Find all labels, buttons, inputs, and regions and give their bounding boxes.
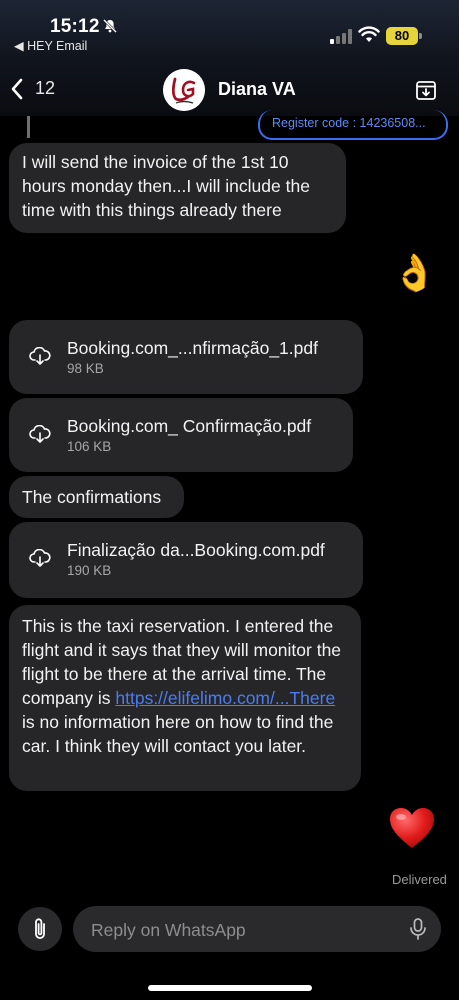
reply-input-container[interactable] (73, 906, 441, 952)
cloud-download-icon (29, 425, 51, 443)
back-button[interactable]: 12 (10, 78, 70, 102)
archive-download-icon[interactable] (414, 78, 438, 102)
file-attachment[interactable]: Booking.com_ Confirmação.pdf 106 KB (9, 398, 353, 472)
file-attachment[interactable]: Finalização da...Booking.com.pdf 190 KB (9, 522, 363, 598)
message-bubble[interactable]: I will send the invoice of the 1st 10 ho… (9, 143, 346, 233)
chevron-left-icon (11, 78, 23, 100)
contact-avatar[interactable] (163, 69, 205, 111)
attach-button[interactable] (18, 907, 62, 951)
status-time: 15:12 (50, 16, 100, 37)
cellular-signal-icon (330, 29, 352, 44)
file-size: 190 KB (67, 563, 112, 578)
file-name: Finalização da...Booking.com.pdf (67, 540, 325, 560)
battery-indicator: 80 (386, 27, 418, 45)
home-indicator[interactable] (148, 985, 312, 991)
cloud-download-icon (29, 549, 51, 567)
microphone-icon[interactable] (409, 918, 427, 940)
file-attachment[interactable]: Booking.com_...nfirmação_1.pdf 98 KB (9, 320, 363, 394)
cloud-download-icon (29, 347, 51, 365)
message-text: This is the taxi reservation. I entered … (22, 614, 348, 758)
file-size: 98 KB (67, 361, 104, 376)
logo-LG-icon (163, 69, 205, 111)
message-link[interactable]: https://elifelimo.com/...There (115, 688, 335, 708)
contact-name[interactable]: Diana VA (218, 79, 296, 100)
message-text-part: is no information here on how to find th… (22, 712, 334, 756)
chat-header: 12 Diana VA (0, 60, 459, 116)
register-code-preview[interactable]: Register code : 14236508... (258, 110, 448, 140)
file-name: Booking.com_ Confirmação.pdf (67, 416, 312, 436)
heart-reaction-icon[interactable] (388, 806, 436, 850)
status-bar: 15:12 ◀ HEY Email 80 (0, 0, 459, 60)
bell-slash-icon (103, 19, 117, 33)
paperclip-icon (35, 918, 45, 939)
back-to-app-link[interactable]: ◀ HEY Email (14, 38, 87, 53)
file-size: 106 KB (67, 439, 112, 454)
message-bubble[interactable]: This is the taxi reservation. I entered … (9, 605, 361, 791)
message-bubble[interactable]: The confirmations (9, 476, 184, 518)
wifi-icon (358, 26, 380, 42)
unread-count: 12 (35, 78, 56, 98)
ok-hand-emoji[interactable]: 👌 (392, 252, 437, 294)
thread-line (27, 116, 30, 138)
delivered-status: Delivered (392, 872, 447, 887)
message-text: I will send the invoice of the 1st 10 ho… (22, 152, 310, 220)
file-name: Booking.com_...nfirmação_1.pdf (67, 338, 318, 358)
message-text: The confirmations (22, 487, 162, 507)
reply-input[interactable] (89, 917, 393, 943)
battery-nub (419, 33, 422, 39)
